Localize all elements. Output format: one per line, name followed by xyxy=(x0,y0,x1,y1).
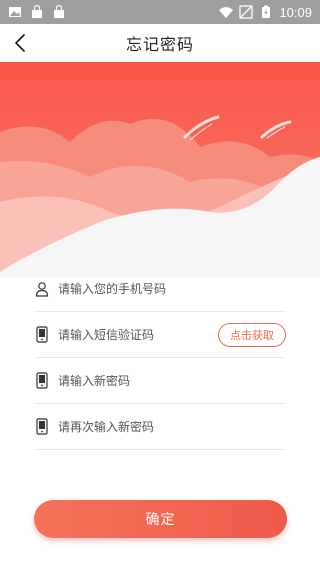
status-right: 10:09 xyxy=(219,5,312,20)
confirm-password-row xyxy=(34,404,286,450)
sms-code-row: 点击获取 xyxy=(34,312,286,358)
user-icon xyxy=(34,280,50,298)
page-title: 忘记密码 xyxy=(125,35,194,54)
status-left xyxy=(8,5,66,19)
back-arrow-icon[interactable] xyxy=(10,32,32,54)
status-time: 10:09 xyxy=(279,4,312,20)
wifi-icon xyxy=(219,7,234,18)
phone-icon xyxy=(34,326,50,344)
nav-bar: 忘记密码 xyxy=(0,24,320,62)
header-banner xyxy=(0,62,320,277)
shopping-bag-icon xyxy=(32,5,42,18)
phone-row xyxy=(34,266,286,312)
confirm-password-input[interactable] xyxy=(58,419,286,434)
battery-charging-icon xyxy=(262,5,271,18)
status-bar: 10:09 xyxy=(0,0,320,24)
banner-illustration xyxy=(0,62,320,277)
new-password-row xyxy=(34,358,286,404)
phone-icon xyxy=(34,418,50,436)
phone-input[interactable] xyxy=(58,281,286,296)
phone-icon xyxy=(34,372,50,390)
get-code-button[interactable]: 点击获取 xyxy=(218,323,286,347)
signal-icon xyxy=(239,5,254,19)
new-password-input[interactable] xyxy=(58,373,286,388)
reset-password-form: 点击获取 xyxy=(34,266,286,450)
confirm-button[interactable]: 确定 xyxy=(34,500,287,538)
image-notification-icon xyxy=(9,7,21,17)
shopping-bag-icon xyxy=(54,5,64,18)
